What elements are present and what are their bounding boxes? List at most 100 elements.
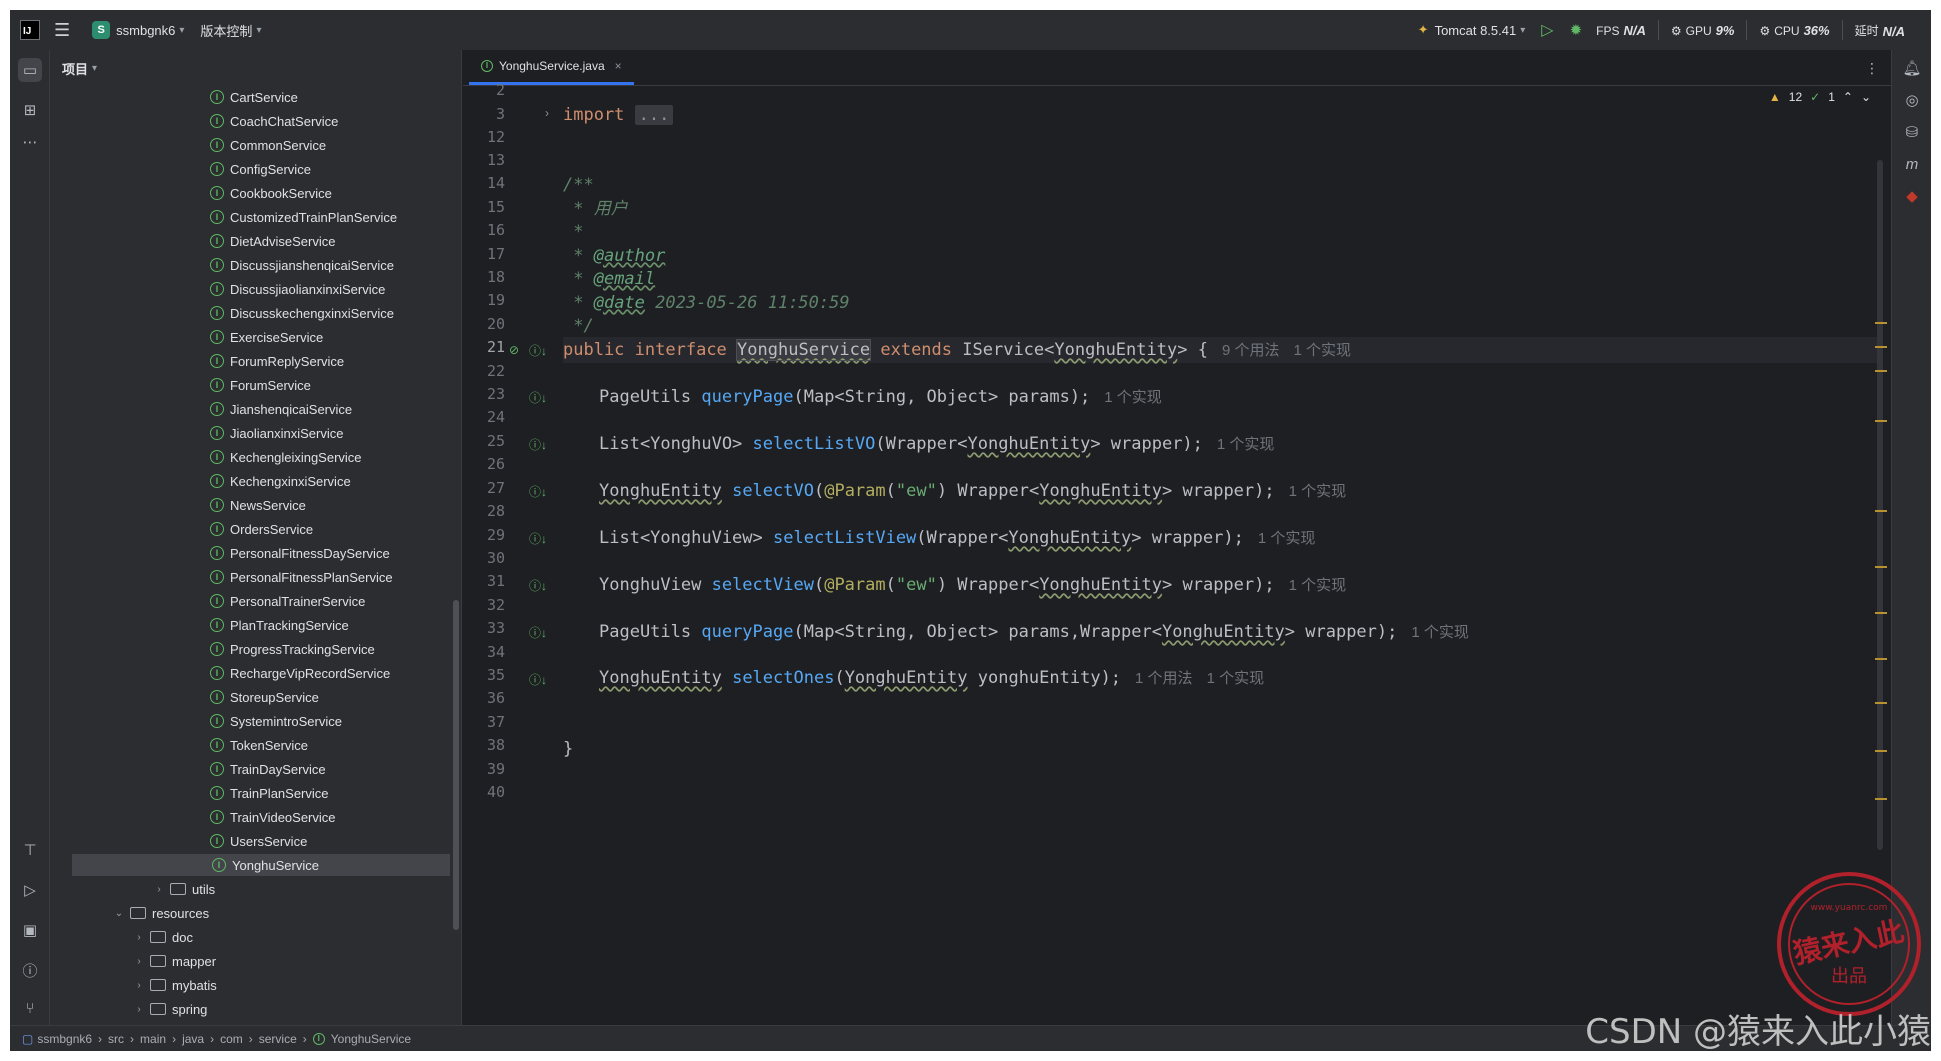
database-icon[interactable]: ⛁ — [1900, 120, 1924, 144]
tree-item[interactable]: I ExerciseService — [210, 326, 323, 348]
debug-icon[interactable]: ✹ — [1570, 21, 1583, 39]
ide-logo-icon[interactable]: IJ — [20, 20, 40, 40]
implementations-hint[interactable]: 1 个实现 — [1293, 342, 1351, 359]
tree-item[interactable]: I RechargeVipRecordService — [210, 662, 390, 684]
tree-item[interactable]: I KechengleixingService — [210, 446, 362, 468]
editor-scrollbar[interactable] — [1877, 160, 1883, 850]
tree-item[interactable]: I JianshenqicaiService — [210, 398, 352, 420]
tree-item[interactable]: I PersonalTrainerService — [210, 590, 365, 612]
implementations-hint[interactable]: 1 个实现 — [1104, 389, 1162, 406]
breadcrumb-item[interactable]: java — [182, 1032, 204, 1046]
implementation-arrow-icon[interactable]: ⓘ↓ — [529, 483, 547, 499]
code-editor[interactable]: import ... /** * 用户 * * @author * @email… — [563, 86, 1883, 1025]
problems-icon[interactable]: ⓘ — [18, 958, 42, 982]
more-options-icon[interactable]: ⋮ — [1865, 60, 1879, 77]
tree-item[interactable]: I OrdersService — [210, 518, 313, 540]
breadcrumb-item[interactable]: com — [220, 1032, 243, 1046]
notifications-icon[interactable]: 🔔︎ — [1900, 56, 1924, 80]
implementation-arrow-icon[interactable]: ⓘ↓ — [529, 436, 547, 452]
usages-hint[interactable]: 1 个用法 — [1135, 670, 1193, 687]
implementations-hint[interactable]: 1 个实现 — [1217, 436, 1275, 453]
tree-item[interactable]: I CommonService — [210, 134, 326, 156]
breadcrumb-item[interactable]: YonghuService — [331, 1032, 411, 1046]
breadcrumb-item[interactable]: src — [108, 1032, 124, 1046]
breadcrumb-item[interactable]: main — [140, 1032, 166, 1046]
tab-yonghuservice[interactable]: I YonghuService.java × — [469, 49, 634, 85]
tree-item[interactable]: I CookbookService — [210, 182, 332, 204]
implemented-icon[interactable]: ⊘ — [509, 342, 527, 358]
tree-item[interactable]: I CustomizedTrainPlanService — [210, 206, 397, 228]
tree-item[interactable]: I ConfigService — [210, 158, 311, 180]
warning-marker[interactable] — [1875, 750, 1887, 752]
tree-item[interactable]: I ForumReplyService — [210, 350, 344, 372]
tree-item[interactable]: I PersonalFitnessPlanService — [210, 566, 393, 588]
tree-item[interactable]: I ProgressTrackingService — [210, 638, 375, 660]
git-icon[interactable]: ⑂ — [18, 996, 42, 1020]
tree-folder-utils[interactable]: › utils — [152, 878, 215, 900]
implementations-hint[interactable]: 1 个实现 — [1289, 483, 1347, 500]
tree-item[interactable]: I DiscussjianshenqicaiService — [210, 254, 394, 276]
implementations-hint[interactable]: 1 个实现 — [1258, 530, 1316, 547]
warning-marker[interactable] — [1875, 702, 1887, 704]
close-icon[interactable]: × — [615, 59, 622, 73]
warning-marker[interactable] — [1875, 798, 1887, 800]
project-panel-header[interactable]: 项目 ▾ — [50, 50, 461, 86]
breadcrumb-item[interactable]: ssmbgnk6 — [37, 1032, 92, 1046]
tree-item[interactable]: I PersonalFitnessDayService — [210, 542, 390, 564]
main-menu-icon[interactable]: ☰ — [54, 20, 70, 41]
implementation-arrow-icon[interactable]: ⓘ↓ — [529, 624, 547, 640]
tree-item[interactable]: I TrainDayService — [210, 758, 326, 780]
terminal-icon[interactable]: ▣ — [18, 918, 42, 942]
tree-item[interactable]: I SystemintroService — [210, 710, 342, 732]
implementations-hint[interactable]: 1 个实现 — [1289, 577, 1347, 594]
warning-marker[interactable] — [1875, 322, 1887, 324]
tree-scrollbar[interactable] — [453, 600, 459, 930]
mybatis-icon[interactable]: ◆ — [1900, 184, 1924, 208]
tree-item[interactable]: I DietAdviseService — [210, 230, 336, 252]
tree-item[interactable]: I UsersService — [210, 830, 307, 852]
warning-marker[interactable] — [1875, 420, 1887, 422]
tree-folder-resources[interactable]: ⌄ resources — [112, 902, 209, 924]
tree-item[interactable]: I CartService — [210, 86, 298, 108]
warning-marker[interactable] — [1875, 566, 1887, 568]
tree-folder-mybatis[interactable]: › mybatis — [132, 974, 216, 996]
usages-hint[interactable]: 9 个用法 — [1222, 342, 1280, 359]
implementation-arrow-icon[interactable]: ⓘ↓ — [529, 389, 547, 405]
tree-item[interactable]: I DiscussjiaolianxinxiService — [210, 278, 385, 300]
breadcrumb-item[interactable]: service — [259, 1032, 297, 1046]
vcs-menu[interactable]: 版本控制 ▾ — [192, 10, 269, 50]
build-icon[interactable]: ⊤ — [18, 838, 42, 862]
run-icon[interactable]: ▷ — [1541, 20, 1553, 40]
tree-item[interactable]: I TrainVideoService — [210, 806, 336, 828]
project-folder-icon[interactable]: ▭ — [18, 58, 42, 82]
implementations-hint[interactable]: 1 个实现 — [1411, 624, 1469, 641]
run-config-selector[interactable]: ✦ Tomcat 8.5.41 ▾ — [1410, 10, 1534, 50]
warning-marker[interactable] — [1875, 658, 1887, 660]
folded-region[interactable]: ... — [634, 105, 674, 125]
tree-item[interactable]: I CoachChatService — [210, 110, 338, 132]
tree-folder-doc[interactable]: › doc — [132, 926, 193, 948]
tree-item[interactable]: I KechengxinxiService — [210, 470, 351, 492]
fold-chevron-icon[interactable]: › — [545, 105, 563, 121]
tree-item[interactable]: I NewsService — [210, 494, 306, 516]
tree-item[interactable]: I PlanTrackingService — [210, 614, 349, 636]
tree-item[interactable]: I ForumService — [210, 374, 311, 396]
ai-assistant-icon[interactable]: ◎ — [1900, 88, 1924, 112]
implementation-arrow-icon[interactable]: ⓘ↓ — [529, 342, 547, 358]
structure-icon[interactable]: ⊞ — [18, 98, 42, 122]
services-icon[interactable]: ▷ — [18, 878, 42, 902]
tree-item[interactable]: I JiaolianxinxiService — [210, 422, 343, 444]
warning-marker[interactable] — [1875, 612, 1887, 614]
warning-marker[interactable] — [1875, 346, 1887, 348]
tree-folder-spring[interactable]: › spring — [132, 998, 207, 1020]
warning-marker[interactable] — [1875, 510, 1887, 512]
warning-marker[interactable] — [1875, 370, 1887, 372]
project-switcher[interactable]: S ssmbgnk6 ▾ — [84, 10, 192, 50]
tree-item[interactable]: I TrainPlanService — [210, 782, 329, 804]
more-tools-icon[interactable]: ⋯ — [18, 130, 42, 154]
tree-item[interactable]: I DiscusskechengxinxiService — [210, 302, 394, 324]
tree-item-selected[interactable]: I YonghuService — [72, 854, 450, 876]
implementations-hint[interactable]: 1 个实现 — [1207, 670, 1265, 687]
tree-item[interactable]: I TokenService — [210, 734, 308, 756]
implementation-arrow-icon[interactable]: ⓘ↓ — [529, 577, 547, 593]
